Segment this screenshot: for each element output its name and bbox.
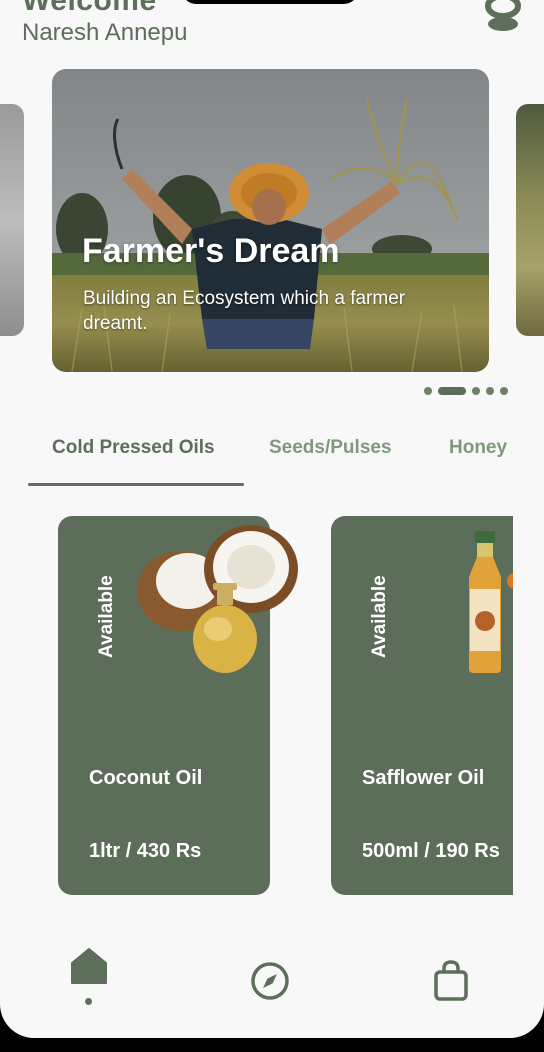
shopping-bag-icon[interactable] <box>432 960 470 1002</box>
app-screen: Welcome Naresh Annepu Farmer's Dream Bui… <box>0 0 544 1038</box>
tab-honey[interactable]: Honey <box>449 437 507 459</box>
product-card-coconut-oil[interactable]: Available Coconut Oil 1ltr / 430 Rs <box>58 516 298 895</box>
carousel-slide-title: Farmer's Dream <box>82 232 340 270</box>
product-card-safflower-oil[interactable]: Available Safflower Oil 500ml / 190 Rs <box>331 516 513 895</box>
compass-icon[interactable] <box>250 961 290 1001</box>
carousel-slide-subtitle: Building an Ecosystem which a farmer dre… <box>83 288 406 334</box>
coconut-oil-image <box>137 525 298 673</box>
nav-active-indicator <box>85 998 92 1005</box>
carousel-dot[interactable] <box>500 387 508 395</box>
carousel-slide-next[interactable] <box>516 104 544 336</box>
product-list: Available Coconut Oil 1ltr / 430 Rs Avai… <box>0 516 513 896</box>
carousel-dot[interactable] <box>424 387 432 395</box>
availability-status: Available <box>369 575 390 658</box>
brand-logo-icon[interactable] <box>484 0 522 36</box>
product-price: 500ml / 190 Rs <box>362 840 500 862</box>
welcome-heading: Welcome <box>22 0 157 17</box>
home-icon[interactable] <box>69 946 109 986</box>
tab-selected-indicator <box>28 483 244 486</box>
product-name: Safflower Oil <box>362 767 485 789</box>
carousel-dot-active[interactable] <box>438 387 466 395</box>
product-name: Coconut Oil <box>89 767 203 789</box>
device-notch <box>182 0 358 4</box>
carousel-slide-farmers-dream[interactable]: Farmer's Dream Building an Ecosystem whi… <box>52 69 489 372</box>
tab-cold-pressed-oils[interactable]: Cold Pressed Oils <box>52 437 215 459</box>
safflower-oil-bottle-image <box>469 531 513 673</box>
carousel-dot[interactable] <box>472 387 480 395</box>
carousel-dot[interactable] <box>486 387 494 395</box>
product-price: 1ltr / 430 Rs <box>89 840 202 862</box>
carousel-slide-previous[interactable] <box>0 104 24 336</box>
carousel-indicator <box>424 386 508 396</box>
user-name: Naresh Annepu <box>22 19 188 46</box>
tab-seeds-pulses[interactable]: Seeds/Pulses <box>269 437 392 459</box>
availability-status: Available <box>96 575 117 658</box>
